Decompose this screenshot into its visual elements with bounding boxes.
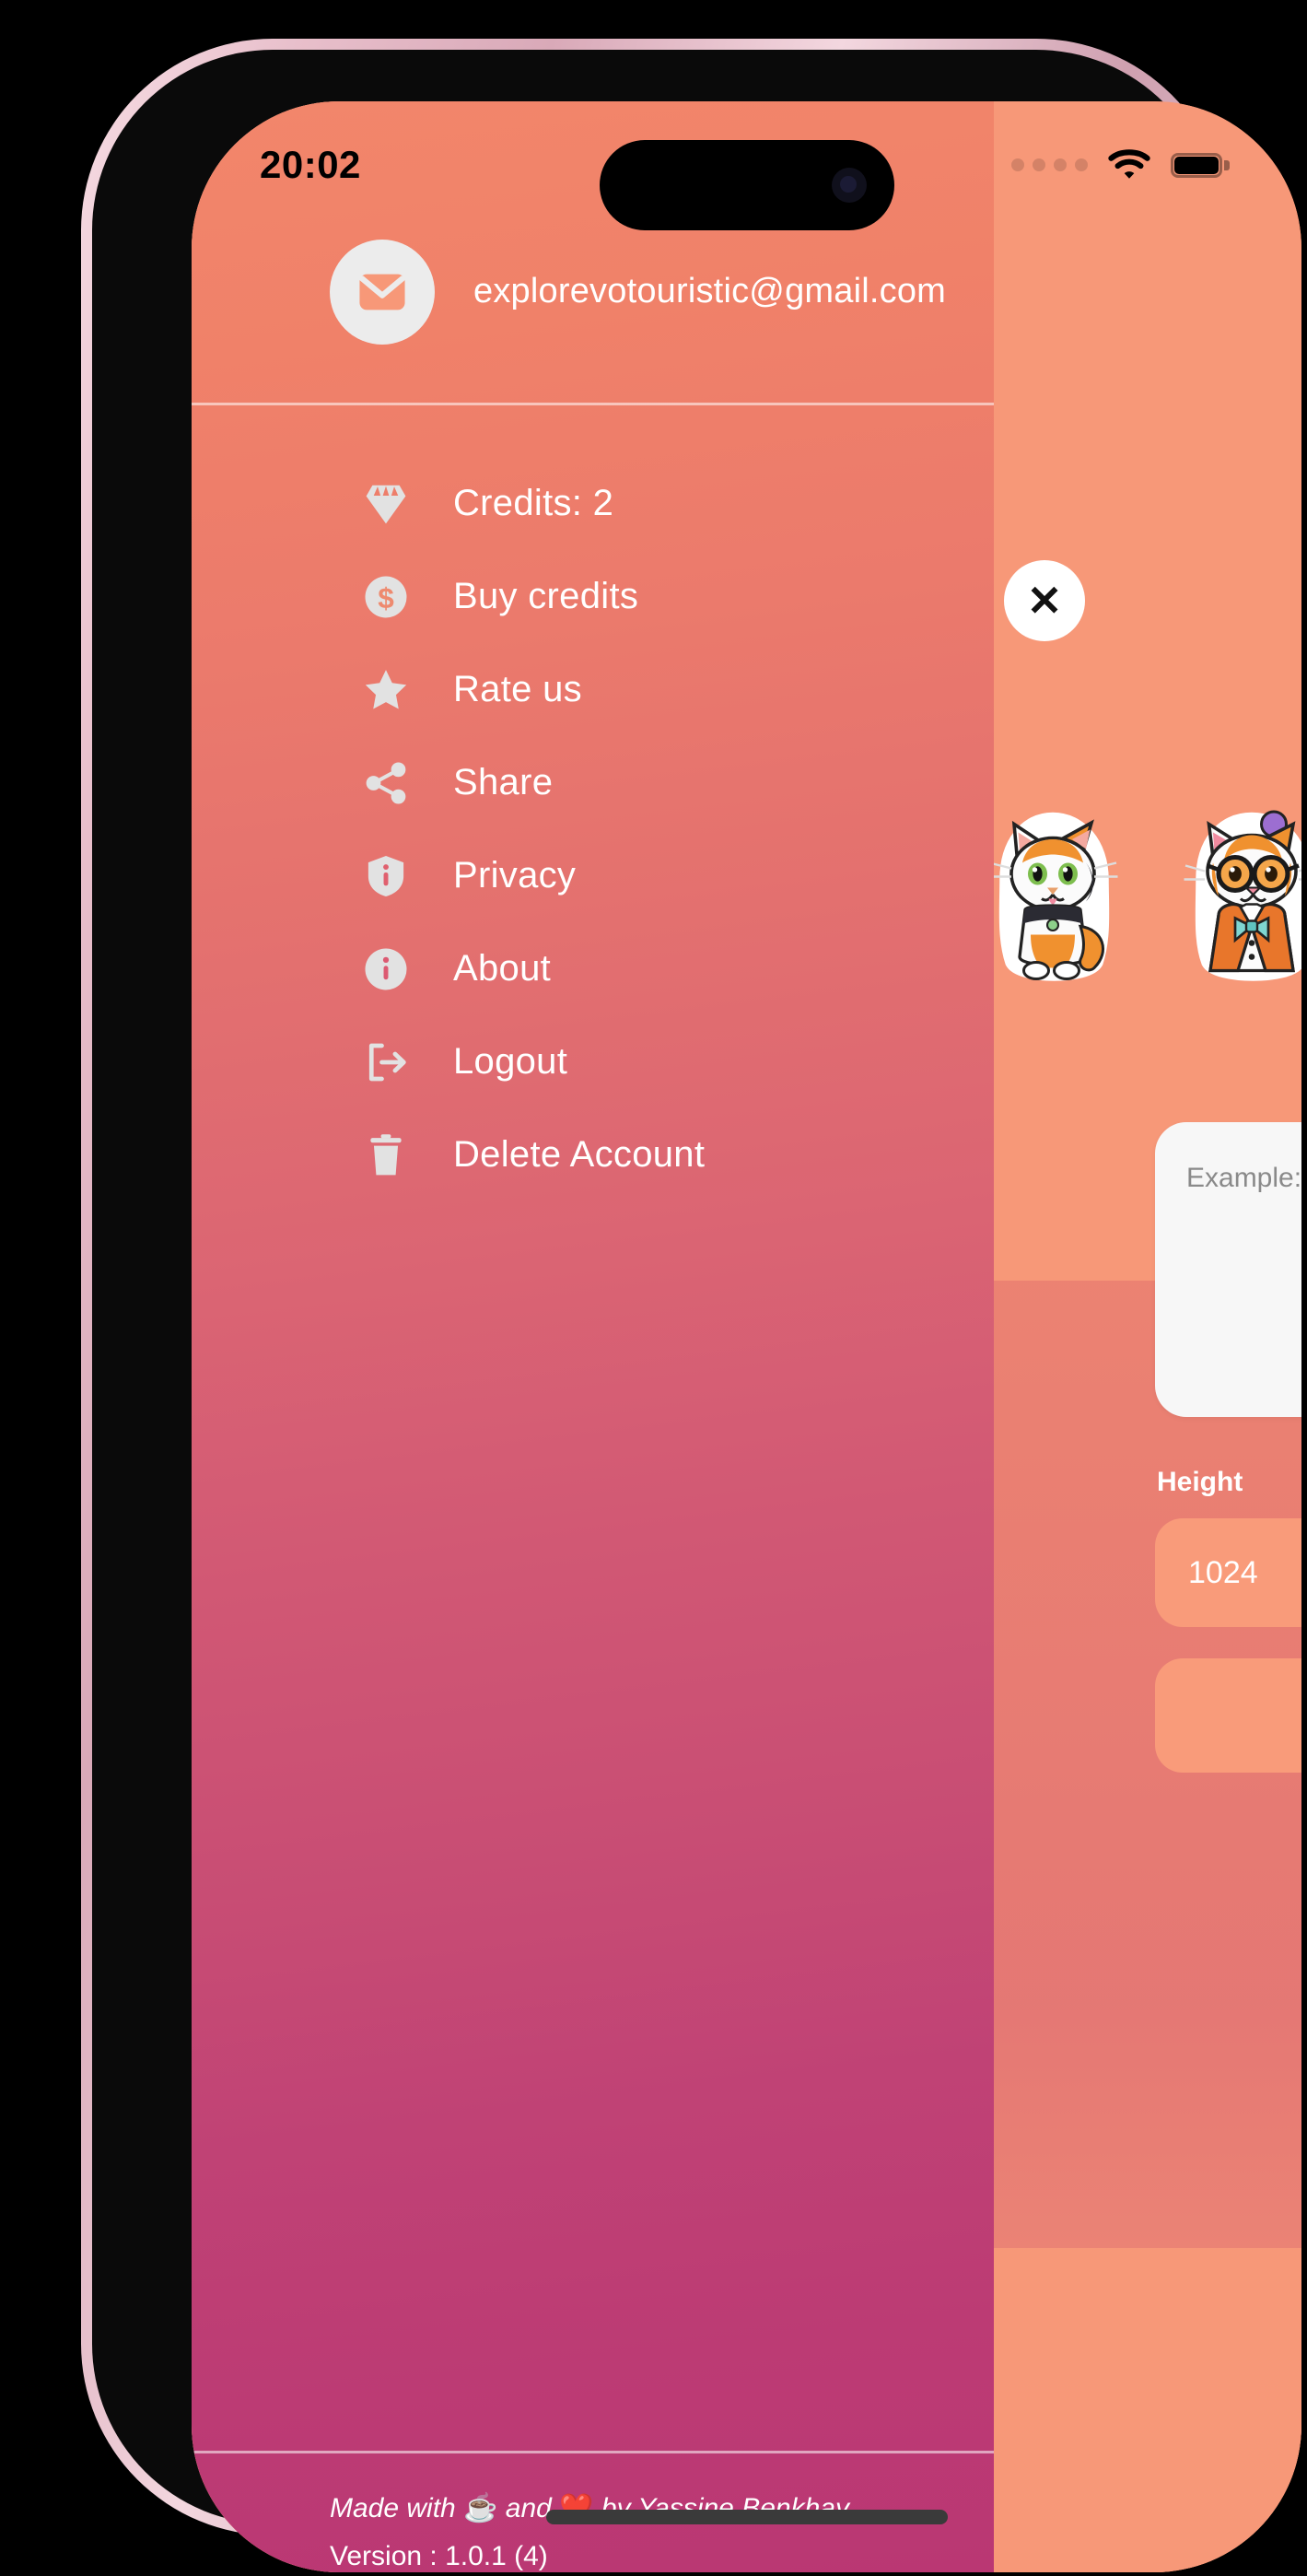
menu-item-label: Share bbox=[453, 762, 554, 802]
info-circle-icon bbox=[359, 943, 413, 996]
menu-item-label: Credits: 2 bbox=[453, 483, 614, 523]
star-icon bbox=[359, 663, 413, 717]
menu-item-share[interactable]: Share bbox=[192, 736, 994, 829]
menu-item-buy-credits[interactable]: $ Buy credits bbox=[192, 550, 994, 643]
height-input[interactable]: 1024 bbox=[1155, 1518, 1301, 1627]
signal-dots-icon bbox=[1011, 158, 1088, 171]
made-with-prefix: Made with bbox=[330, 2493, 456, 2523]
menu-item-label: Rate us bbox=[453, 669, 582, 709]
prompt-placeholder: Example: a cute p bbox=[1186, 1163, 1301, 1193]
sticker-gallery bbox=[984, 807, 1301, 982]
menu-item-about[interactable]: About bbox=[192, 922, 994, 1015]
side-drawer: explorevotouristic@gmail.com Credits: 2 bbox=[192, 101, 994, 2572]
menu-item-privacy[interactable]: Privacy bbox=[192, 829, 994, 922]
menu-item-delete-account[interactable]: Delete Account bbox=[192, 1108, 994, 1201]
battery-icon bbox=[1171, 152, 1230, 178]
svg-text:$: $ bbox=[378, 581, 394, 615]
menu-item-credits[interactable]: Credits: 2 bbox=[192, 457, 994, 550]
menu-item-label: Logout bbox=[453, 1041, 568, 1082]
menu-item-label: Buy credits bbox=[453, 576, 639, 616]
cat-in-suit-with-glasses-sticker[interactable] bbox=[1183, 807, 1301, 982]
made-with-middle: and bbox=[505, 2493, 552, 2523]
home-indicator[interactable] bbox=[545, 2510, 948, 2524]
height-label: Height bbox=[1157, 1467, 1243, 1497]
menu-item-label: About bbox=[453, 948, 552, 989]
drawer-menu: Credits: 2 $ Buy credits Rate us Share P… bbox=[192, 405, 994, 2451]
menu-item-label: Delete Account bbox=[453, 1134, 706, 1175]
front-camera-icon bbox=[831, 168, 867, 203]
menu-item-logout[interactable]: Logout bbox=[192, 1015, 994, 1108]
status-bar-indicators bbox=[1011, 149, 1230, 181]
prompt-input[interactable]: Example: a cute p bbox=[1155, 1122, 1301, 1417]
shield-info-icon bbox=[359, 849, 413, 903]
phone-frame: ✕ Example: Height 1024 explorevotouristi… bbox=[81, 39, 1301, 2572]
avatar bbox=[330, 239, 435, 345]
share-icon bbox=[359, 756, 413, 810]
logout-icon bbox=[359, 1036, 413, 1089]
envelope-icon bbox=[359, 274, 405, 310]
height-value: 1024 bbox=[1188, 1554, 1258, 1590]
menu-item-label: Privacy bbox=[453, 855, 577, 896]
version-text: Version : 1.0.1 (4) bbox=[330, 2541, 548, 2571]
trash-icon bbox=[359, 1129, 413, 1182]
screenshot-stage: ✕ Example: Height 1024 explorevotouristi… bbox=[0, 0, 1307, 2576]
menu-item-rate-us[interactable]: Rate us bbox=[192, 643, 994, 736]
background-lower-band bbox=[965, 2248, 1301, 2572]
wifi-icon bbox=[1108, 149, 1150, 181]
close-drawer-button[interactable]: ✕ bbox=[1004, 560, 1085, 641]
diamond-icon bbox=[359, 477, 413, 531]
background-gradient-wash bbox=[965, 1281, 1301, 2313]
dollar-circle-icon: $ bbox=[359, 570, 413, 624]
account-email: explorevotouristic@gmail.com bbox=[473, 272, 947, 310]
coffee-icon: ☕ bbox=[463, 2493, 498, 2523]
secondary-action-button[interactable] bbox=[1155, 1658, 1301, 1773]
phone-bezel: ✕ Example: Height 1024 explorevotouristi… bbox=[92, 50, 1301, 2572]
dynamic-island bbox=[599, 140, 894, 230]
status-bar-time: 20:02 bbox=[260, 143, 361, 186]
calico-cat-sticker[interactable] bbox=[984, 807, 1122, 982]
close-icon: ✕ bbox=[1026, 577, 1063, 625]
phone-screen: ✕ Example: Height 1024 explorevotouristi… bbox=[192, 101, 1301, 2572]
